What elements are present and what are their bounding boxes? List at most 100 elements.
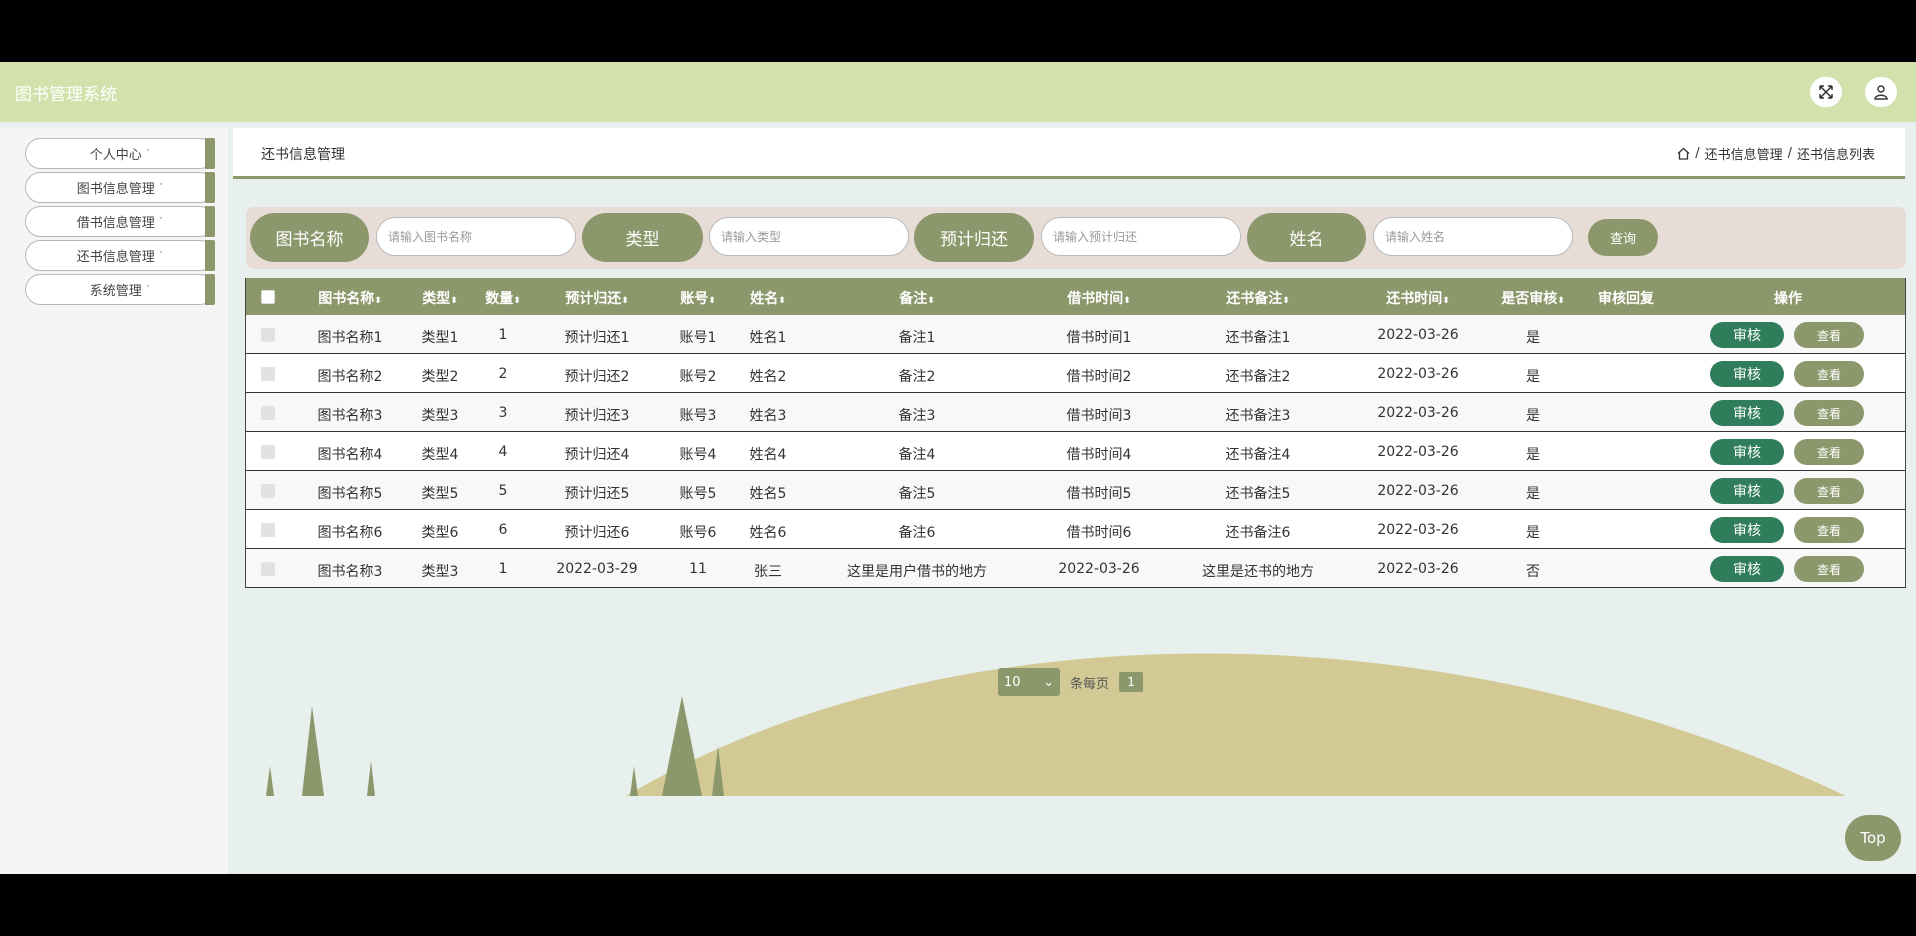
column-header-type[interactable]: 类型⬍ [422,288,458,308]
column-header-book-name[interactable]: 图书名称⬍ [318,288,382,308]
breadcrumb-item: 还书信息列表 [1796,148,1875,163]
review-button[interactable]: 审核 [1710,361,1784,387]
sort-icon: ⬍ [450,296,458,306]
cell-remark: 备注6 [898,525,936,541]
cell-account: 账号1 [679,330,717,346]
type-search-input[interactable]: 请输入类型 [709,217,909,256]
view-button[interactable]: 查看 [1794,478,1864,504]
table-row: 图书名称6 类型6 6 预计归还6 账号6 姓名6 备注6 借书时间6 还书备注6 2022-03… [246,510,1905,549]
cell-quantity: 3 [498,405,508,421]
cell-return-remark: 还书备注1 [1225,330,1291,346]
cell-return-time: 2022-03-26 [1377,483,1459,499]
review-button[interactable]: 审核 [1710,439,1784,465]
menu-accent-bar [205,274,215,305]
row-checkbox[interactable] [261,367,275,381]
cell-type: 类型3 [421,564,459,580]
sidebar-item-return-info[interactable]: 还书信息管理 ˅ [25,240,215,271]
cell-name: 姓名3 [749,408,787,424]
view-button[interactable]: 查看 [1794,439,1864,465]
cell-reviewed: 是 [1526,330,1540,346]
sidebar-item-label: 借书信息管理 [76,216,155,231]
sidebar-item-borrow-info[interactable]: 借书信息管理 ˅ [25,206,215,237]
fullscreen-icon[interactable] [1810,77,1842,107]
cell-return-remark: 还书备注2 [1225,369,1291,385]
sidebar-item-system[interactable]: 系统管理 ˅ [25,274,215,305]
row-checkbox[interactable] [261,523,275,537]
select-all-checkbox[interactable] [261,290,275,304]
query-button[interactable]: 查询 [1588,219,1658,256]
cell-name: 姓名4 [749,447,787,463]
column-header-label: 还书备注 [1226,291,1283,307]
sort-icon: ⬍ [1557,296,1565,306]
home-icon[interactable] [1677,147,1690,160]
cell-reviewed: 否 [1526,564,1540,580]
row-checkbox[interactable] [261,484,275,498]
column-header-borrow-time[interactable]: 借书时间⬍ [1067,288,1131,308]
cell-remark: 备注2 [898,369,936,385]
cell-book-name: 图书名称6 [317,525,383,541]
row-checkbox[interactable] [261,445,275,459]
name-search-input[interactable]: 请输入姓名 [1373,217,1573,256]
cell-remark: 备注3 [898,408,936,424]
row-checkbox[interactable] [261,406,275,420]
cell-quantity: 5 [498,483,508,499]
review-button[interactable]: 审核 [1710,322,1784,348]
column-header-label: 预计归还 [565,291,622,307]
table-row: 图书名称3 类型3 1 2022-03-29 11 张三 这里是用户借书的地方 2022-03… [246,549,1905,588]
view-button[interactable]: 查看 [1794,361,1864,387]
page-number-button[interactable]: 1 [1119,672,1144,692]
cell-book-name: 图书名称5 [317,486,383,502]
page-title: 还书信息管理 [261,147,345,163]
cell-expected-return: 预计归还4 [564,447,630,463]
search-bar: 图书名称 请输入图书名称 类型 请输入类型 预计归还 请输入预计归还 姓名 请输… [246,207,1906,269]
review-button[interactable]: 审核 [1710,556,1784,582]
expected-return-search-input[interactable]: 请输入预计归还 [1041,217,1241,256]
view-button[interactable]: 查看 [1794,556,1864,582]
sidebar-item-label: 系统管理 [89,284,142,299]
breadcrumb-separator: / [1695,146,1700,161]
column-header-quantity[interactable]: 数量⬍ [485,288,521,308]
column-header-name[interactable]: 姓名⬍ [750,288,786,308]
user-icon[interactable] [1865,77,1897,107]
column-header-reviewed[interactable]: 是否审核⬍ [1501,288,1565,308]
cell-book-name: 图书名称2 [317,369,383,385]
review-button[interactable]: 审核 [1710,517,1784,543]
view-button[interactable]: 查看 [1794,322,1864,348]
column-header-label: 账号 [680,291,709,307]
cell-type: 类型1 [421,330,459,346]
cell-account: 11 [689,561,707,577]
review-button[interactable]: 审核 [1710,478,1784,504]
sort-icon: ⬍ [1282,296,1290,306]
pagination: 10 ⌄ 条每页 1 [998,668,1144,696]
column-header-return-time[interactable]: 还书时间⬍ [1386,288,1450,308]
search-label-type: 类型 [582,213,703,262]
column-header-remark[interactable]: 备注⬍ [899,288,935,308]
menu-accent-bar [205,172,215,203]
book-name-search-input[interactable]: 请输入图书名称 [376,217,576,256]
cell-remark: 备注1 [898,330,936,346]
column-header-return-remark[interactable]: 还书备注⬍ [1226,288,1290,308]
back-to-top-button[interactable]: Top [1845,815,1901,861]
column-header-expected-return[interactable]: 预计归还⬍ [565,288,629,308]
page-size-select[interactable]: 10 ⌄ [998,668,1060,696]
row-checkbox[interactable] [261,328,275,342]
sidebar-item-personal-center[interactable]: 个人中心 ˅ [25,138,215,169]
cell-quantity: 1 [498,327,508,343]
cell-expected-return: 预计归还2 [564,369,630,385]
search-label-book-name: 图书名称 [250,213,369,262]
row-checkbox[interactable] [261,562,275,576]
column-header-account[interactable]: 账号⬍ [680,288,716,308]
chevron-down-icon: ˅ [145,284,151,295]
cell-borrow-time: 借书时间4 [1066,447,1132,463]
review-button[interactable]: 审核 [1710,400,1784,426]
view-button[interactable]: 查看 [1794,400,1864,426]
per-page-label: 条每页 [1070,676,1110,692]
view-button[interactable]: 查看 [1794,517,1864,543]
sidebar-item-book-info[interactable]: 图书信息管理 ˅ [25,172,215,203]
cell-type: 类型5 [421,486,459,502]
search-label-name: 姓名 [1247,213,1366,262]
cell-return-time: 2022-03-26 [1377,327,1459,343]
app-window: 图书管理系统 个人中心 ˅ 图书信息管理 ˅ 借书信息管理 ˅ 还书信息管理 ˅ 系统管… [0,62,1916,874]
cell-account: 账号2 [679,369,717,385]
breadcrumb-item[interactable]: 还书信息管理 [1705,144,1783,163]
